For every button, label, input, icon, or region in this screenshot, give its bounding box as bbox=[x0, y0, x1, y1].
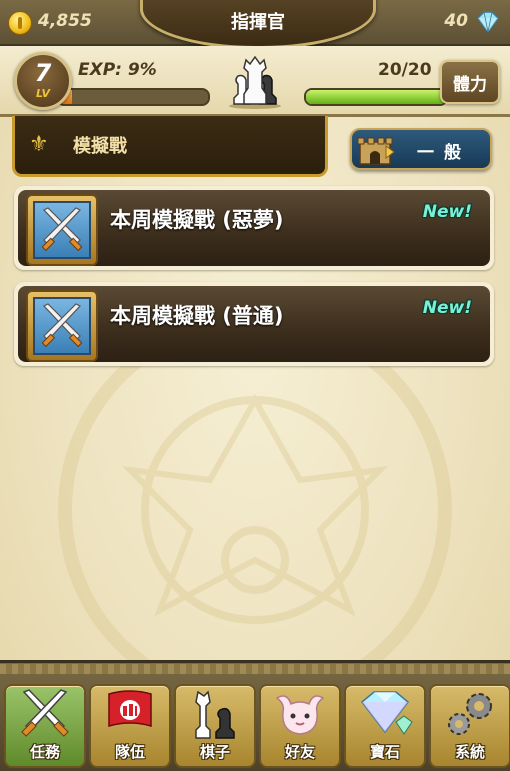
mission-title: 本周模擬戰 (普通) bbox=[110, 304, 284, 328]
top-bar: 4,855 指揮官 40 bbox=[0, 0, 510, 49]
new-badge: New! bbox=[422, 298, 472, 318]
mission-item-nightmare[interactable]: 本周模擬戰 (惡夢) New! bbox=[14, 186, 494, 270]
nav-label: 棋子 bbox=[199, 743, 230, 761]
stamina-bar-fill bbox=[306, 90, 446, 104]
coin-icon bbox=[8, 11, 32, 35]
section-title: 模擬戰 bbox=[73, 136, 127, 157]
title-plate: 指揮官 bbox=[140, 0, 376, 49]
level-badge: 7 LV bbox=[14, 52, 72, 110]
exp-label: EXP: 9% bbox=[78, 60, 157, 80]
crossed-swords-icon bbox=[26, 194, 98, 266]
nav-friends-button[interactable]: 好友 bbox=[259, 684, 341, 768]
mission-panel: 本周模擬戰 (惡夢) New! bbox=[18, 190, 490, 266]
stamina-value: 20/20 bbox=[378, 60, 432, 80]
background-emblem bbox=[58, 360, 452, 660]
page-title: 指揮官 bbox=[231, 12, 285, 33]
castle-icon bbox=[357, 137, 395, 165]
stamina-bar bbox=[304, 88, 448, 106]
nav-pieces-button[interactable]: 棋子 bbox=[174, 684, 256, 768]
nav-team-button[interactable]: 隊伍 bbox=[89, 684, 171, 768]
nav-label: 隊伍 bbox=[114, 743, 145, 761]
nav-label: 寶石 bbox=[369, 743, 400, 761]
chess-pieces-icon bbox=[195, 690, 235, 739]
gem-amount: 40 bbox=[444, 11, 468, 31]
nav-label: 好友 bbox=[284, 743, 315, 761]
exp-bar bbox=[56, 88, 210, 106]
crossed-swords-icon bbox=[26, 290, 98, 362]
level-number: 7 bbox=[34, 59, 52, 87]
nav-gems-button[interactable]: 寶石 bbox=[344, 684, 426, 768]
fleur-de-lis-icon: ⚜ bbox=[29, 132, 49, 157]
nav-system-button[interactable]: 系統 bbox=[429, 684, 510, 768]
difficulty-mode-button[interactable]: 一般 bbox=[350, 128, 492, 170]
mission-title: 本周模擬戰 (惡夢) bbox=[110, 208, 284, 232]
section-header: ⚜ 模擬戰 bbox=[12, 116, 328, 177]
gem-icon bbox=[360, 691, 413, 735]
nav-label: 任務 bbox=[29, 743, 60, 761]
gears-icon bbox=[448, 693, 492, 735]
level-label: LV bbox=[35, 87, 50, 100]
new-badge: New! bbox=[422, 202, 472, 222]
difficulty-mode-label: 一般 bbox=[417, 143, 471, 163]
flag-icon bbox=[108, 690, 152, 728]
diamond-icon[interactable] bbox=[474, 10, 502, 34]
nav-label: 系統 bbox=[454, 743, 485, 761]
gold-amount: 4,855 bbox=[38, 11, 92, 31]
nav-divider bbox=[0, 664, 510, 674]
stamina-button[interactable]: 體力 bbox=[440, 60, 500, 104]
creature-icon bbox=[275, 695, 325, 735]
mission-panel: 本周模擬戰 (普通) New! bbox=[18, 286, 490, 362]
crossed-swords-icon bbox=[21, 689, 69, 737]
nav-missions-button[interactable]: 任務 bbox=[4, 684, 86, 768]
chess-pieces-icon bbox=[229, 55, 281, 109]
mission-item-normal[interactable]: 本周模擬戰 (普通) New! bbox=[14, 282, 494, 366]
